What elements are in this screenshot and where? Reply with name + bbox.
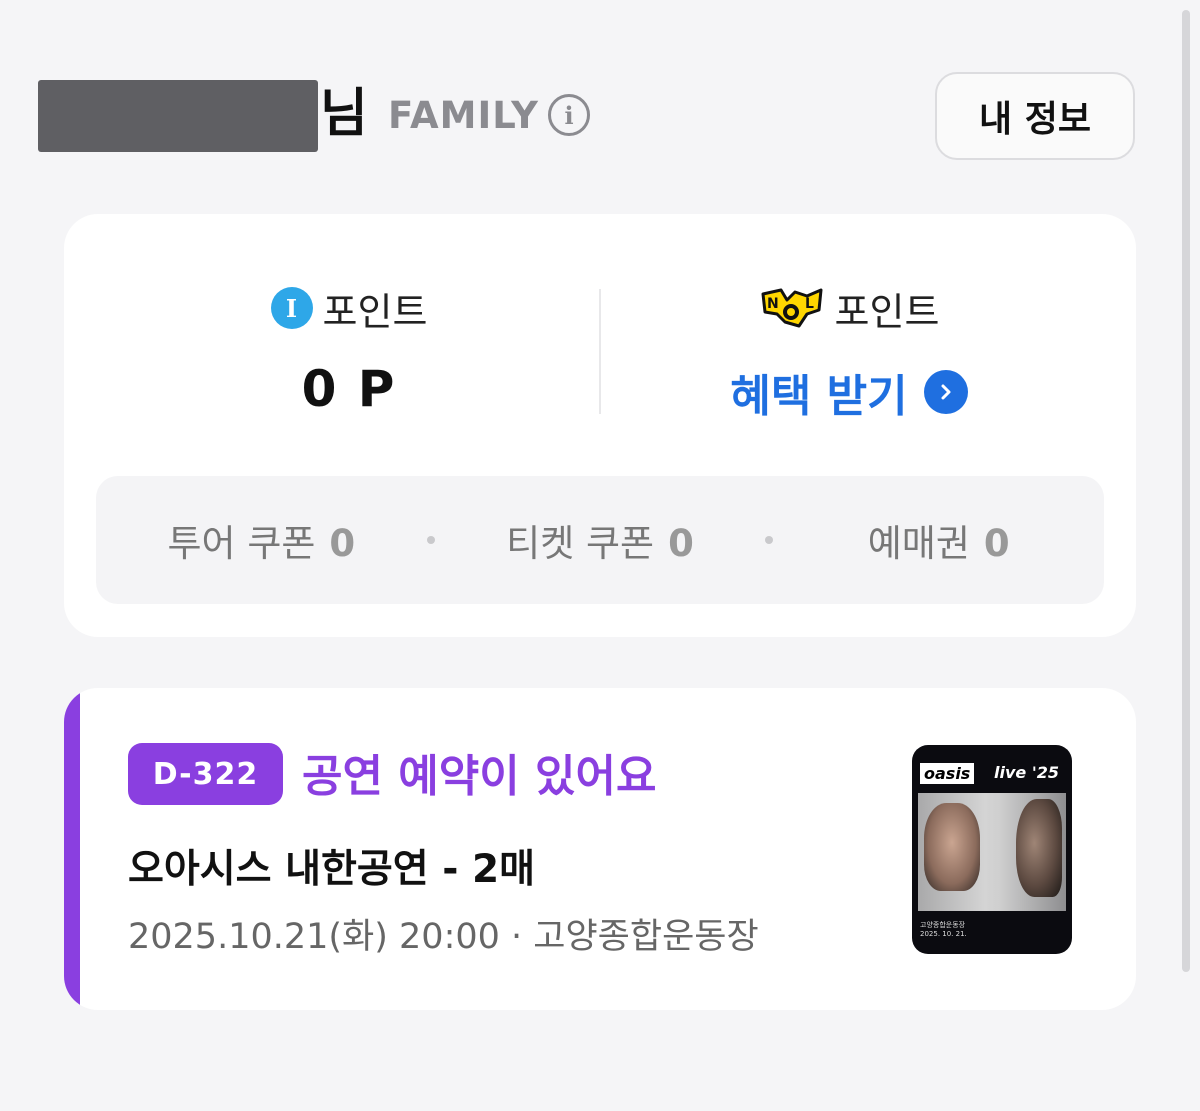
poster-photo <box>918 793 1066 911</box>
svg-text:N: N <box>767 296 779 312</box>
reservation-title: 오아시스 내한공연 - 2매 <box>128 847 535 892</box>
booking-voucher-label: 예매권 <box>867 522 970 565</box>
interpark-points-value: 0 P <box>301 360 397 418</box>
points-card: I 포인트 0 P N L 포인트 혜택 받기 투어 쿠폰 0 티켓 쿠폰 0 … <box>64 214 1136 637</box>
reservation-accent-bar <box>64 688 80 1010</box>
benefit-link[interactable]: 혜택 받기 <box>730 360 968 424</box>
poster-face-left <box>924 803 980 891</box>
concert-poster: oasis live '25 고양종합운동장 2025. 10. 21. <box>912 745 1072 954</box>
member-grade: FAMILY <box>388 94 539 137</box>
benefit-link-label: 혜택 받기 <box>730 371 908 422</box>
interpark-points-label: 포인트 <box>322 289 428 334</box>
dday-badge: D-322 <box>128 743 283 805</box>
interpark-logo-icon: I <box>270 287 313 329</box>
interpark-points-title: I 포인트 <box>99 284 599 334</box>
reservation-heading: 공연 예약이 있어요 <box>302 751 657 802</box>
poster-brand: oasis <box>920 763 975 784</box>
poster-face-right <box>1016 799 1062 897</box>
my-page: 님 FAMILY i 내 정보 I 포인트 0 P N L 포인트 혜택 받기 … <box>0 0 1200 1111</box>
name-honorific: 님 <box>320 84 368 144</box>
nol-logo-icon: N L <box>759 286 825 330</box>
booking-voucher-count: 0 <box>983 522 1010 565</box>
nol-points[interactable]: N L 포인트 혜택 받기 <box>599 284 1099 424</box>
nol-points-label: 포인트 <box>834 289 940 334</box>
info-icon[interactable]: i <box>548 94 590 136</box>
my-info-button[interactable]: 내 정보 <box>935 72 1135 160</box>
redacted-user-name <box>38 80 318 152</box>
poster-fine-print: 고양종합운동장 2025. 10. 21. <box>920 921 967 938</box>
ticket-coupon-label: 티켓 쿠폰 <box>506 522 655 565</box>
profile-header: 님 FAMILY i 내 정보 <box>38 72 1135 162</box>
scrollbar[interactable] <box>1182 10 1190 972</box>
reservation-card[interactable]: D-322 공연 예약이 있어요 오아시스 내한공연 - 2매 2025.10.… <box>64 688 1136 1010</box>
interpark-points[interactable]: I 포인트 0 P <box>99 284 599 418</box>
reservation-date-venue: 2025.10.21(화) 20:00 · 고양종합운동장 <box>128 917 759 957</box>
svg-text:L: L <box>805 296 814 312</box>
poster-live: live '25 <box>994 763 1059 782</box>
tour-coupon-label: 투어 쿠폰 <box>167 522 316 565</box>
chevron-right-circle-icon <box>923 370 968 414</box>
tour-coupon[interactable]: 투어 쿠폰 0 <box>96 513 427 567</box>
nol-points-title: N L 포인트 <box>599 284 1099 334</box>
ticket-coupon[interactable]: 티켓 쿠폰 0 <box>435 513 766 567</box>
booking-voucher[interactable]: 예매권 0 <box>773 513 1104 567</box>
coupon-summary: 투어 쿠폰 0 티켓 쿠폰 0 예매권 0 <box>96 476 1104 604</box>
ticket-coupon-count: 0 <box>668 522 694 565</box>
separator-dot <box>765 536 774 544</box>
tour-coupon-count: 0 <box>329 522 356 565</box>
separator-dot <box>426 536 435 544</box>
